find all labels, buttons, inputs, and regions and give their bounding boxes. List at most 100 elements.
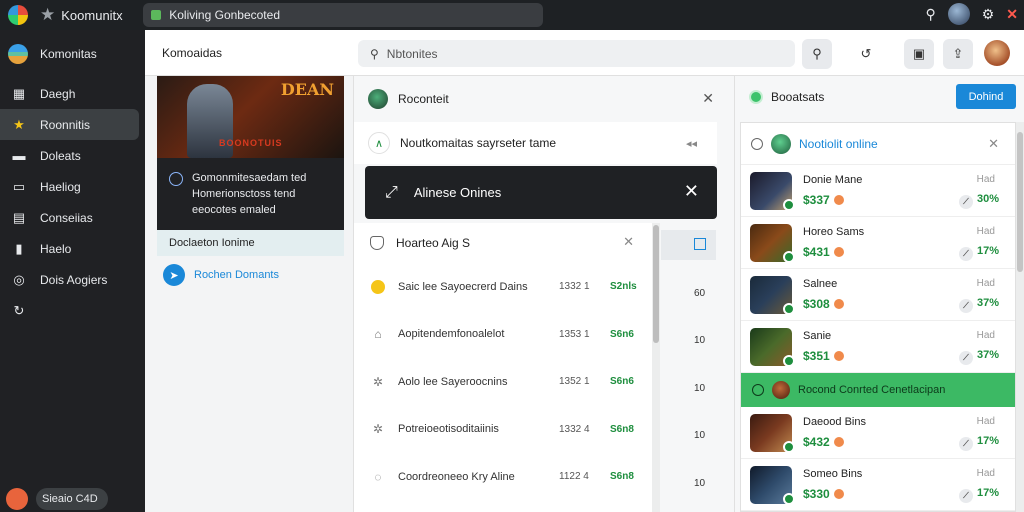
- sidebar-item-label: Dois Aogiers: [40, 272, 108, 287]
- action-link[interactable]: ➤ Rochen Domants: [163, 264, 279, 286]
- card-icon: ▤: [12, 209, 26, 225]
- list-item-label: Doclaeton Ionime: [169, 237, 255, 249]
- list-item-label: Coordreoneeo Kry Aline: [398, 470, 515, 483]
- radio-icon: [752, 384, 764, 396]
- list-item[interactable]: Saic lee Sayoecrerd Dains 1332 1 S2nls: [354, 263, 654, 311]
- refresh-button[interactable]: ↺: [851, 39, 881, 69]
- check-icon: [783, 441, 795, 453]
- address-bar[interactable]: Koliving Gonbecoted: [143, 3, 544, 27]
- game-price: $431: [803, 245, 844, 259]
- game-percent: ⟋ 37%: [958, 349, 999, 365]
- sidebar-item-haeliog[interactable]: ▭ Haeliog: [0, 171, 139, 202]
- game-item[interactable]: Sanie $351 Had ⟋ 37%: [741, 321, 1015, 373]
- list-item-label: Aolo lee Sayeroocnins: [398, 375, 508, 388]
- check-icon: [783, 199, 795, 211]
- list-item[interactable]: ✲ Aolo lee Sayeroocnins 1352 1 S6n6: [354, 358, 654, 406]
- right-column: Booatsats Dohind Nootiolit online ✕ Doni…: [735, 76, 1024, 512]
- trend-icon: ⟋: [958, 247, 973, 261]
- list-scrollbar[interactable]: [652, 223, 660, 512]
- side-value: 10: [694, 383, 706, 394]
- game-name: Sanie: [803, 330, 832, 342]
- radio-icon[interactable]: [751, 137, 763, 150]
- list-item[interactable]: ⌂ Aopitendemfonoalelot 1353 1 S6n6: [354, 311, 654, 359]
- game-item[interactable]: Salnee $308 Had ⟋ 37%: [741, 269, 1015, 321]
- sidebar-item-doleats[interactable]: ▬ Doleats: [0, 140, 139, 171]
- avatar[interactable]: [947, 3, 970, 25]
- game-item[interactable]: Donie Mane $337 Had ⟋ 30%: [741, 165, 1015, 217]
- save-button[interactable]: ▣: [904, 39, 934, 69]
- info-circle-icon: [169, 172, 183, 186]
- right-panel-title: Booatsats: [771, 90, 825, 104]
- check-icon: [783, 251, 795, 263]
- list-item-label: Aopitendemfonoalelot: [398, 328, 505, 341]
- avatar: [772, 381, 790, 399]
- list-item[interactable]: Doclaeton Ionime: [157, 230, 344, 256]
- app-logo-icon[interactable]: [8, 5, 28, 25]
- selected-row-label: Rocond Conrted Cenetlacipan: [798, 384, 946, 396]
- close-icon[interactable]: ✕: [1006, 6, 1018, 23]
- sidebar-header[interactable]: Komonitas: [0, 30, 145, 78]
- game-name: Daeood Bins: [803, 416, 866, 428]
- trend-icon: ⟋: [958, 489, 973, 503]
- info-card[interactable]: Gomonmitesaedam ted Homerionsctoss tend …: [157, 158, 344, 230]
- game-percent-value: 37%: [976, 297, 999, 309]
- sidebar-item-daegh[interactable]: ▦ Daegh: [0, 78, 139, 109]
- sidebar-item-haelo[interactable]: ▮ Haelo: [0, 233, 139, 264]
- game-status: Had: [976, 330, 995, 341]
- close-icon[interactable]: ✕: [702, 90, 714, 107]
- list-item[interactable]: ✲ Potreioeotisoditaiinis 1332 4 S6n8: [354, 406, 654, 454]
- selected-row[interactable]: Rocond Conrted Cenetlacipan: [741, 373, 1015, 407]
- avatar: [368, 88, 388, 109]
- primary-button[interactable]: Dohind: [956, 84, 1016, 109]
- sidebar-item-refresh[interactable]: ↻: [0, 295, 139, 326]
- panel-scrollbar[interactable]: [1016, 122, 1024, 512]
- sidebar: Komonitas ▦ Daegh ★ Roonnitis ▬ Doleats ▭ Ha…: [0, 30, 145, 512]
- settings-icon[interactable]: ⚙: [982, 6, 995, 23]
- notification-text: Noutkomaitas sayrseter tame: [400, 136, 557, 150]
- user-avatar[interactable]: [6, 488, 28, 510]
- game-percent-value: 17%: [976, 245, 999, 257]
- close-icon[interactable]: ✕: [684, 181, 699, 202]
- game-price-value: $431: [803, 245, 830, 259]
- middle-column: Roconteit ✕ ∧ Noutkomaitas sayrseter tam…: [353, 76, 735, 512]
- scrollbar-thumb[interactable]: [1017, 132, 1023, 272]
- game-status: Had: [976, 278, 995, 289]
- sidebar-item-dois-aogiers[interactable]: ◎ Dois Aogiers: [0, 264, 139, 295]
- close-icon[interactable]: ✕: [623, 234, 634, 250]
- share-button[interactable]: ⇪: [943, 39, 973, 69]
- search-icon[interactable]: ⚲: [925, 6, 935, 23]
- panel-title: Roconteit: [398, 91, 449, 106]
- game-name: Donie Mane: [803, 174, 863, 186]
- profile-avatar[interactable]: [984, 40, 1010, 66]
- game-item[interactable]: Horeo Sams $431 Had ⟋ 17%: [741, 217, 1015, 269]
- close-icon[interactable]: ✕: [988, 136, 999, 152]
- game-item[interactable]: Someo Bins $330 Had ⟋ 17%: [741, 459, 1015, 511]
- scrollbar-thumb[interactable]: [653, 225, 659, 343]
- sidebar-item-roonnitis[interactable]: ★ Roonnitis: [0, 109, 139, 140]
- save-icon: ▣: [912, 46, 926, 61]
- left-column: DEAN BOONOTUIS Gomonmitesaedam ted Homer…: [145, 76, 353, 512]
- game-percent: ⟋ 17%: [958, 245, 999, 261]
- sidebar-item-conseiias[interactable]: ▤ Conseiias: [0, 202, 139, 233]
- game-name: Someo Bins: [803, 468, 863, 480]
- hero-image[interactable]: DEAN BOONOTUIS: [157, 76, 344, 158]
- list-item-count: 1353 1: [559, 328, 590, 340]
- game-percent: ⟋ 37%: [958, 297, 999, 313]
- calendar-icon: ▦: [12, 85, 26, 101]
- expand-box[interactable]: [661, 230, 716, 260]
- notification-row[interactable]: ∧ Noutkomaitas sayrseter tame ◂◂: [354, 122, 717, 164]
- side-value: 10: [694, 478, 706, 489]
- bookmark-star-icon[interactable]: ★: [40, 5, 55, 25]
- status-pill[interactable]: Sieaio C4D: [36, 488, 108, 510]
- trend-icon: ⟋: [958, 437, 973, 451]
- game-percent-value: 37%: [976, 349, 999, 361]
- more-icon[interactable]: ◂◂: [686, 137, 697, 150]
- list-item[interactable]: ◌ Coordreoneeo Kry Aline 1122 4 S6n8: [354, 453, 654, 501]
- game-price: $351: [803, 349, 844, 363]
- game-item[interactable]: Daeood Bins $432 Had ⟋ 17%: [741, 407, 1015, 459]
- star-icon: ★: [13, 116, 25, 132]
- search-button[interactable]: ⚲: [802, 39, 832, 69]
- search-input[interactable]: ⚲ Nbtonites: [358, 40, 795, 67]
- bolt-icon: ➤: [163, 264, 185, 286]
- location-icon: ◎: [13, 271, 25, 287]
